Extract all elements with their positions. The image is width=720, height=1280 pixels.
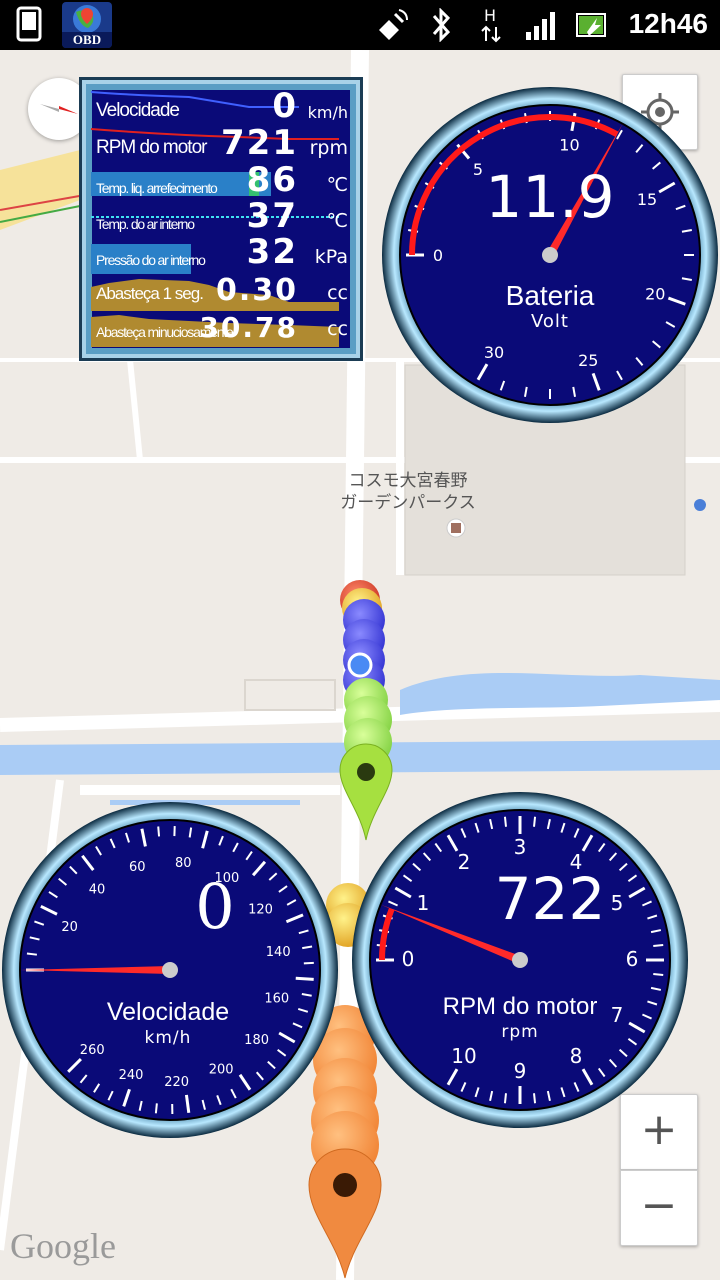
g-rpm-tick-label: 3 bbox=[514, 835, 527, 859]
g-rpm-tick-label: 8 bbox=[570, 1044, 583, 1068]
g-battery-needle-hub bbox=[542, 247, 558, 263]
compass-icon bbox=[40, 104, 78, 114]
h-network-icon: H bbox=[481, 6, 501, 43]
panel-value-fuel-1s: 0.30 bbox=[215, 273, 298, 308]
panel-value-rpm: 721 bbox=[221, 123, 298, 163]
obd-app-icon[interactable]: OBD bbox=[62, 2, 112, 48]
g-rpm-needle-hub bbox=[512, 952, 528, 968]
panel-unit-speed: km/h bbox=[307, 103, 348, 122]
g-speed-tick bbox=[154, 1103, 158, 1114]
panel-row-coolant-temp: Temp. liq. arrefecimento 86 ℃ bbox=[96, 160, 348, 200]
g-rpm-tick-label: 10 bbox=[451, 1044, 476, 1068]
status-bar: OBD H 12h46 bbox=[0, 0, 720, 50]
clock: 12h46 bbox=[628, 8, 708, 39]
rpm-gauge-value: 722 bbox=[494, 865, 606, 933]
g-rpm-tick-label: 6 bbox=[626, 947, 639, 971]
panel-row-rpm: RPM do motor 721 rpm bbox=[96, 123, 348, 163]
speed-gauge-label: Velocidade bbox=[106, 998, 230, 1026]
g-rpm-tick-label: 9 bbox=[514, 1059, 527, 1083]
g-speed-tick-label: 220 bbox=[164, 1075, 189, 1090]
panel-row-fuel-total: Abasteça minuciosamente 30.78 cc bbox=[96, 308, 348, 344]
rpm-gauge-dial: 012345678910 bbox=[352, 792, 688, 1128]
g-speed-tick-label: 140 bbox=[266, 945, 291, 960]
panel-unit-intake-temp: ℃ bbox=[326, 210, 348, 232]
rpm-gauge[interactable]: 0 1 2 3 4 5 6 7 8 9 10 722 RPM do motor rpm bbox=[350, 790, 690, 1130]
panel-value-intake-temp: 37 bbox=[246, 196, 298, 236]
g-speed-tick-label: 20 bbox=[61, 920, 78, 935]
g-battery-tick-label: 0 bbox=[433, 246, 443, 265]
speed-gauge[interactable]: 20 40 60 80 100 120 140 160 180 200 220 240 260 0 Ve… bbox=[0, 800, 340, 1140]
battery-gauge[interactable]: 0 5 10 15 20 25 30 11.9 Bateria Volt bbox=[380, 85, 720, 425]
g-rpm-tick bbox=[503, 816, 507, 827]
g-rpm-tick bbox=[653, 973, 664, 977]
g-speed-tick bbox=[157, 826, 161, 837]
obd-logo-text: OBD bbox=[62, 32, 112, 48]
google-attribution: Google bbox=[10, 1226, 116, 1266]
poi-name-line1: コスモ大宮春野 bbox=[348, 471, 468, 491]
battery-charging-icon bbox=[576, 13, 606, 37]
g-speed-tick-label: 40 bbox=[89, 883, 106, 898]
panel-row-intake-temp: Temp. do ar interno 37 ℃ bbox=[96, 196, 348, 236]
battery-gauge-label: Bateria bbox=[505, 280, 595, 311]
panel-unit-rpm: rpm bbox=[309, 137, 348, 159]
g-speed-needle-hub bbox=[162, 962, 178, 978]
g-rpm-tick bbox=[653, 943, 664, 947]
g-rpm-tick bbox=[533, 1093, 537, 1104]
g-battery-tick-label: 30 bbox=[484, 343, 504, 362]
phone-icon bbox=[16, 6, 42, 42]
panel-row-fuel-1s: Abasteça 1 seg. 0.30 cc bbox=[96, 272, 348, 308]
zoom-in-label: + bbox=[640, 1104, 678, 1155]
panel-unit-coolant-temp: ℃ bbox=[326, 174, 348, 196]
panel-label-speed: Velocidade bbox=[96, 100, 180, 121]
panel-label-intake-temp: Temp. do ar interno bbox=[96, 216, 195, 232]
g-speed-tick-label: 80 bbox=[175, 856, 192, 871]
g-speed-tick-label: 240 bbox=[119, 1068, 144, 1083]
panel-value-fuel-total: 30.78 bbox=[199, 311, 298, 344]
g-rpm-tick-label: 0 bbox=[402, 947, 415, 971]
gps-icon bbox=[379, 9, 408, 40]
g-rpm-tick-label: 1 bbox=[417, 891, 430, 915]
svg-text:H: H bbox=[484, 6, 496, 25]
g-speed-tick bbox=[295, 976, 314, 981]
panel-label-fuel-1s: Abasteça 1 seg. bbox=[96, 284, 204, 303]
panel-value-intake-pressure: 32 bbox=[246, 232, 298, 272]
poi-label[interactable]: コスモ大宮春野 ガーデンパークス bbox=[338, 470, 478, 514]
compass-button[interactable] bbox=[28, 78, 90, 140]
zoom-out-label: − bbox=[640, 1180, 678, 1231]
rpm-gauge-label: RPM do motor bbox=[442, 993, 598, 1020]
panel-value-coolant-temp: 86 bbox=[246, 160, 298, 200]
speed-gauge-unit: km/h bbox=[144, 1028, 192, 1048]
speed-gauge-dial: 204060 80100120140160180200220240260 bbox=[2, 802, 338, 1138]
g-battery-tick-label: 25 bbox=[578, 351, 598, 370]
panel-value-speed: 0 bbox=[272, 86, 298, 126]
g-rpm-tick bbox=[503, 1093, 507, 1104]
rpm-gauge-unit: rpm bbox=[501, 1022, 539, 1042]
panel-unit-fuel-1s: cc bbox=[327, 282, 348, 304]
poi-name-line2: ガーデンパークス bbox=[340, 493, 476, 513]
g-battery-tick-label: 10 bbox=[559, 136, 579, 155]
zoom-out-button[interactable]: − bbox=[620, 1170, 698, 1246]
obd-data-panel: Velocidade 0 km/h RPM do motor 721 rpm T… bbox=[79, 77, 363, 361]
g-speed-tick-label: 60 bbox=[129, 860, 146, 875]
g-rpm-tick bbox=[533, 816, 537, 827]
panel-unit-intake-pressure: kPa bbox=[314, 246, 348, 268]
battery-gauge-dial: 051015202530 bbox=[382, 87, 718, 423]
zoom-in-button[interactable]: + bbox=[620, 1094, 698, 1170]
battery-gauge-unit: Volt bbox=[531, 311, 569, 332]
speed-gauge-value: 0 bbox=[195, 870, 235, 943]
signal-icon bbox=[526, 12, 555, 40]
panel-label-coolant-temp: Temp. liq. arrefecimento bbox=[96, 180, 218, 196]
panel-row-speed: Velocidade 0 km/h bbox=[96, 86, 348, 126]
battery-gauge-value: 11.9 bbox=[485, 163, 615, 231]
panel-label-intake-pressure: Pressão do ar interno bbox=[96, 252, 206, 268]
g-speed-tick bbox=[26, 952, 37, 956]
g-speed-tick-label: 200 bbox=[209, 1062, 234, 1077]
panel-unit-fuel-total: cc bbox=[327, 318, 348, 340]
panel-row-intake-pressure: Pressão do ar interno 32 kPa bbox=[96, 232, 348, 272]
bluetooth-icon bbox=[432, 8, 451, 42]
panel-label-rpm: RPM do motor bbox=[96, 137, 207, 158]
